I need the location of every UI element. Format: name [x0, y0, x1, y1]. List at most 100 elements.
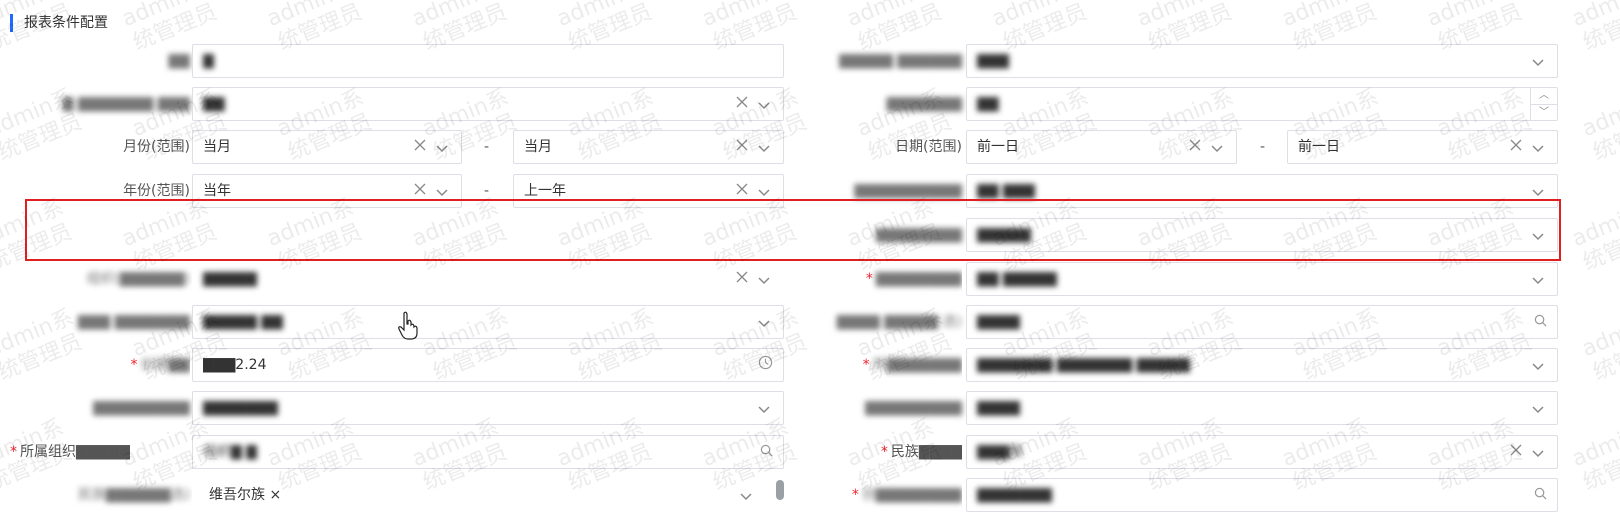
select-month-from[interactable]: 当月 [192, 130, 462, 164]
field-label: 组织(▇▇▇▇▇▇) [86, 271, 190, 287]
select-ethnicity[interactable]: ▇▇▇族 [966, 435, 1558, 469]
field-label: ▇▇▇▇▇▇▇▇ [875, 227, 962, 243]
field-r1-right-label-wrap: ▇▇▇▇▇ ▇▇▇▇▇▇ [786, 44, 962, 78]
chevron-down-icon[interactable] [757, 263, 771, 295]
clear-icon[interactable] [1188, 131, 1202, 163]
clock-icon[interactable] [758, 349, 773, 381]
clear-icon[interactable] [1509, 131, 1523, 163]
field-label-month-range: 月份(范围) [123, 139, 190, 155]
field-label: * 创▇▇▇▇▇▇▇▇ [851, 487, 962, 503]
chevron-down-icon[interactable] [435, 131, 449, 163]
datetime-input-create[interactable]: ▇▇▇2.24 [192, 348, 784, 382]
select-value: ▇▇▇▇▇▇▇ [203, 400, 279, 416]
clear-icon[interactable] [735, 131, 749, 163]
chevron-down-icon[interactable] [739, 479, 753, 511]
select-r6-right[interactable]: ▇▇ ▇▇▇▇▇ [966, 262, 1558, 296]
watermark-text: admin系统管理员 [1568, 194, 1620, 276]
clear-icon[interactable] [1509, 436, 1523, 468]
select-value: 当月 [524, 139, 552, 155]
chevron-down-icon[interactable] [1531, 175, 1545, 207]
select-r1-right[interactable]: ▇▇▇ [966, 44, 1558, 78]
field-r2-left-label-wrap: ▇ ▇▇▇▇▇▇▇ ▇▇▇ [10, 87, 190, 121]
chevron-down-icon[interactable] [1531, 219, 1545, 251]
field-r8-left-label-wrap: * 创建▇▇ [10, 348, 190, 382]
select-value: ▇▇ ▇▇▇▇▇ [977, 271, 1057, 287]
scrollbar-thumb[interactable] [776, 480, 784, 500]
search-icon[interactable] [1534, 479, 1547, 511]
required-mark: * [10, 444, 17, 460]
search-icon[interactable] [1534, 306, 1547, 338]
select-r5-right[interactable]: ▇▇▇▇▇ [966, 218, 1558, 252]
hand-cursor-icon [396, 311, 420, 345]
range-separator: - [484, 139, 490, 155]
select-r9-left[interactable]: ▇▇▇▇▇▇▇ [192, 391, 784, 425]
chevron-down-icon[interactable] [757, 88, 771, 120]
input-value: ▇▇ [977, 96, 999, 112]
stepper-up-icon[interactable]: ︿ [1531, 88, 1557, 105]
field-label: ▇▇▇▇▇▇▇ [886, 96, 962, 112]
search-input-r7-right[interactable]: ▇▇▇▇ [966, 305, 1558, 339]
field-label: ▇▇ [168, 53, 190, 69]
chevron-down-icon[interactable] [1531, 131, 1545, 163]
search-input-org[interactable]: 组织▇ ▇ [192, 435, 784, 469]
field-r4-left-label-wrap: 年份(范围) [10, 174, 190, 208]
field-label-date-range: 日期(范围) [895, 139, 962, 155]
field-label: ▇▇▇▇▇▇▇▇▇▇ [854, 183, 962, 199]
number-input-r2-right[interactable]: ▇▇ ︿ ﹀ [966, 87, 1558, 121]
chevron-down-icon[interactable] [1531, 45, 1545, 77]
input-value: ▇▇▇2.24 [203, 357, 267, 373]
field-label-org: * 所属组织▇▇▇▇▇ [10, 444, 130, 460]
select-r2-left[interactable]: ▇▇ [192, 87, 784, 121]
chevron-down-icon[interactable] [757, 306, 771, 338]
chevron-down-icon[interactable] [757, 392, 771, 424]
select-value: ▇▇▇▇▇ ▇▇ [203, 314, 283, 330]
chevron-down-icon[interactable] [435, 175, 449, 207]
chevron-down-icon[interactable] [1531, 392, 1545, 424]
select-year-from[interactable]: 当年 [192, 174, 462, 208]
selected-tag[interactable]: 维吾尔族 × [205, 484, 285, 506]
chevron-down-icon[interactable] [757, 131, 771, 163]
select-r6-left[interactable]: ▇▇▇▇▇ [192, 262, 784, 296]
select-month-to[interactable]: 当月 [513, 130, 784, 164]
number-stepper[interactable]: ︿ ﹀ [1530, 88, 1557, 120]
chevron-down-icon[interactable] [1210, 131, 1224, 163]
field-r4-right-label-wrap: ▇▇▇▇▇▇▇▇▇▇ [786, 174, 962, 208]
watermark-text: admin系统管理员 [1568, 0, 1620, 56]
clear-icon[interactable] [413, 175, 427, 207]
field-r3-right-label-wrap: 日期(范围) [786, 130, 962, 164]
input-value: ▇▇▇▇ [977, 314, 1021, 330]
tag-close-icon[interactable]: × [265, 487, 281, 503]
clear-icon[interactable] [735, 88, 749, 120]
select-date-from[interactable]: 前一日 [966, 130, 1237, 164]
select-value: 前一日 [1298, 139, 1340, 155]
section-title: 报表条件配置 [10, 14, 108, 32]
field-r8-right-label-wrap: * 所▇▇▇▇▇▇▇ [786, 348, 962, 382]
search-icon[interactable] [760, 436, 773, 468]
chevron-down-icon[interactable] [757, 175, 771, 207]
chevron-down-icon[interactable] [1531, 436, 1545, 468]
select-r4-right[interactable]: ▇▇ ▇▇▇ [966, 174, 1558, 208]
stepper-down-icon[interactable]: ﹀ [1531, 105, 1557, 121]
field-label: ▇▇▇▇▇▇▇▇▇ [93, 400, 190, 416]
multi-select-ethnicity[interactable]: 维吾尔族 × [192, 478, 784, 512]
text-input-r1-left[interactable]: ▇ [192, 44, 784, 78]
chevron-down-icon[interactable] [1531, 263, 1545, 295]
field-label: ▇ ▇▇▇▇▇▇▇ ▇▇▇ [62, 96, 190, 112]
select-r7-left[interactable]: ▇▇▇▇▇ ▇▇ [192, 305, 784, 339]
field-r9-left-label-wrap: ▇▇▇▇▇▇▇▇▇ [10, 391, 190, 425]
search-input-r11-right[interactable]: ▇▇▇▇▇▇▇ [966, 478, 1558, 512]
field-r7-right-label-wrap: ▇▇▇▇ ▇▇▇▇▇ 选) [786, 305, 962, 339]
select-year-to[interactable]: 上一年 [513, 174, 784, 208]
select-r8-right[interactable]: ▇▇▇▇▇▇▇ ▇▇▇▇▇▇▇ ▇▇▇▇▇ [966, 348, 1558, 382]
chevron-down-icon[interactable] [1531, 349, 1545, 381]
field-r9-right-label-wrap: ▇▇▇▇▇▇▇▇▇ [786, 391, 962, 425]
field-r6-left-label-wrap: 组织(▇▇▇▇▇▇) [10, 262, 190, 296]
clear-icon[interactable] [735, 263, 749, 295]
clear-icon[interactable] [735, 175, 749, 207]
field-label-year-range: 年份(范围) [123, 183, 190, 199]
select-value: 上一年 [524, 183, 566, 199]
field-r11-right-label-wrap: * 创▇▇▇▇▇▇▇▇ [786, 478, 962, 512]
select-r9-right[interactable]: ▇▇▇▇ [966, 391, 1558, 425]
clear-icon[interactable] [413, 131, 427, 163]
select-date-to[interactable]: 前一日 [1287, 130, 1558, 164]
